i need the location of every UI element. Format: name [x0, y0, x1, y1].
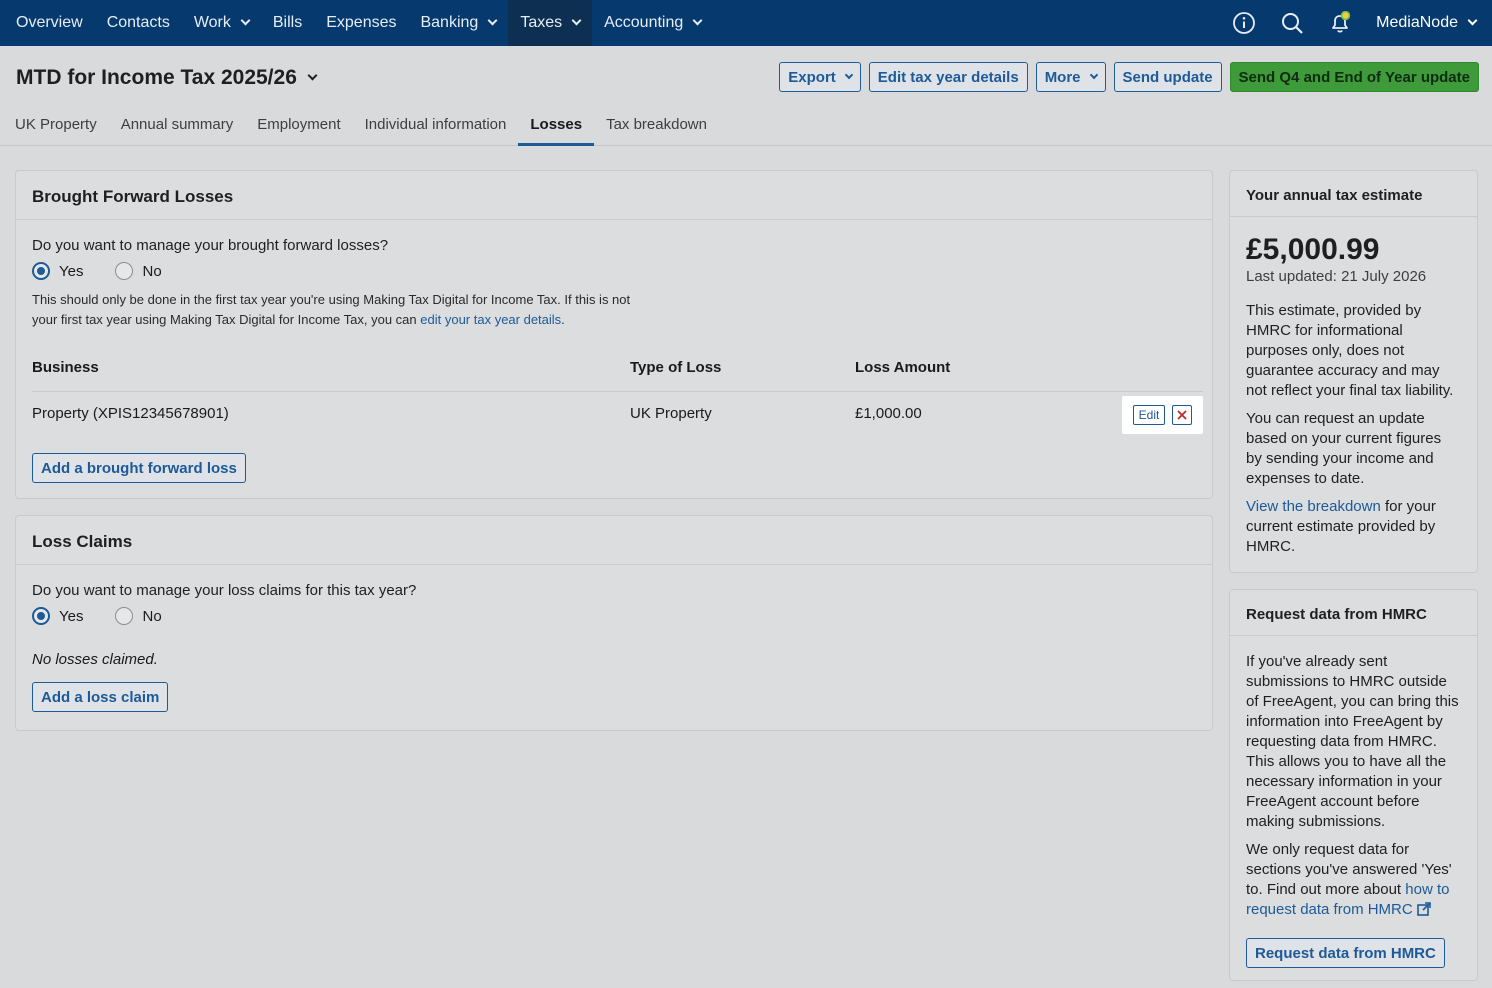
- header-actions: Export Edit tax year details More Send u…: [779, 62, 1479, 92]
- nav-label: Accounting: [604, 14, 684, 31]
- page-title[interactable]: MTD for Income Tax 2025/26: [16, 66, 318, 90]
- lc-yes-radio[interactable]: [32, 607, 50, 625]
- nav-work[interactable]: Work: [182, 0, 261, 46]
- nav-label: Overview: [16, 14, 83, 31]
- lc-no-radio[interactable]: [115, 607, 134, 625]
- add-brought-forward-loss-button[interactable]: Add a brought forward loss: [32, 453, 246, 483]
- edit-tax-year-link[interactable]: edit your tax year details: [420, 312, 561, 327]
- request-data-button[interactable]: Request data from HMRC: [1246, 938, 1445, 968]
- cell-type: UK Property: [630, 405, 712, 422]
- top-nav: Overview Contacts Work Bills Expenses Ba…: [0, 0, 1492, 46]
- table-header: Business Type of Loss Loss Amount: [32, 359, 1203, 392]
- tabs: UK Property Annual summary Employment In…: [3, 104, 719, 146]
- card-title: Your annual tax estimate: [1230, 171, 1477, 217]
- estimate-update-info: You can request an update based on your …: [1246, 410, 1442, 487]
- tax-estimate-card: Your annual tax estimate £5,000.99 Last …: [1229, 170, 1478, 573]
- edit-tax-year-button[interactable]: Edit tax year details: [868, 62, 1028, 92]
- close-icon: [1177, 410, 1187, 420]
- nav-expenses[interactable]: Expenses: [314, 0, 408, 46]
- edit-button[interactable]: Edit: [1132, 405, 1166, 425]
- card-title: Request data from HMRC: [1230, 590, 1477, 636]
- card-title: Brought Forward Losses: [16, 171, 1212, 220]
- col-amount: Loss Amount: [855, 359, 951, 376]
- tab-annual-summary[interactable]: Annual summary: [109, 104, 246, 146]
- cell-amount: £1,000.00: [855, 405, 922, 422]
- company-name: MediaNode: [1376, 14, 1458, 31]
- page-title-text: MTD for Income Tax 2025/26: [16, 66, 297, 89]
- estimate-breakdown-text: View the breakdown for your current esti…: [1246, 497, 1461, 557]
- tab-tax-breakdown[interactable]: Tax breakdown: [594, 104, 719, 146]
- lc-no-label: No: [142, 607, 162, 625]
- chevron-down-icon: [844, 70, 854, 80]
- nav-label: Contacts: [106, 14, 170, 31]
- bf-yes-radio[interactable]: [32, 262, 50, 280]
- more-button[interactable]: More: [1035, 62, 1106, 92]
- help-end: .: [561, 312, 565, 327]
- search-icon[interactable]: [1280, 11, 1304, 35]
- add-loss-claim-button[interactable]: Add a loss claim: [32, 682, 169, 712]
- send-q4-update-button[interactable]: Send Q4 and End of Year update: [1229, 62, 1479, 92]
- no-losses-text: No losses claimed.: [32, 651, 158, 668]
- bf-question: Do you want to manage your brought forwa…: [32, 237, 389, 254]
- chevron-down-icon: [487, 15, 498, 26]
- nav-label: Work: [193, 14, 231, 31]
- export-label: Export: [788, 68, 836, 86]
- nav-label: Banking: [420, 14, 479, 31]
- more-label: More: [1044, 68, 1081, 86]
- external-link-icon: [1417, 902, 1431, 916]
- view-breakdown-link[interactable]: View the breakdown: [1246, 498, 1381, 515]
- lc-question: Do you want to manage your loss claims f…: [32, 582, 417, 599]
- company-switcher[interactable]: MediaNode: [1376, 14, 1478, 32]
- chevron-down-icon: [571, 15, 582, 26]
- chevron-down-icon: [307, 70, 318, 81]
- brought-forward-losses-card: Brought Forward Losses Do you want to ma…: [15, 170, 1213, 499]
- nav-bills[interactable]: Bills: [261, 0, 314, 46]
- last-updated: Last updated: 21 July 2026: [1246, 268, 1427, 285]
- chevron-down-icon: [692, 15, 703, 26]
- tax-estimate-amount: £5,000.99: [1246, 233, 1380, 266]
- nav-banking[interactable]: Banking: [408, 0, 508, 46]
- tab-employment[interactable]: Employment: [245, 104, 352, 146]
- request-data-card: Request data from HMRC If you've already…: [1229, 589, 1478, 981]
- nav-contacts[interactable]: Contacts: [95, 0, 182, 46]
- loss-claims-card: Loss Claims Do you want to manage your l…: [15, 515, 1213, 731]
- nav-label: Expenses: [326, 14, 397, 31]
- estimate-disclaimer: This estimate, provided by HMRC for info…: [1246, 302, 1454, 399]
- bf-help-text: This should only be done in the first ta…: [32, 290, 652, 330]
- tab-individual-information[interactable]: Individual information: [353, 104, 519, 146]
- table-row: Property (XPIS12345678901) UK Property £…: [32, 393, 1203, 437]
- request-sections-text: We only request data for sections you've…: [1246, 840, 1461, 920]
- chevron-down-icon: [1467, 15, 1478, 26]
- col-type: Type of Loss: [630, 359, 722, 376]
- chevron-down-icon: [240, 15, 251, 26]
- nav-label: Bills: [272, 14, 303, 31]
- request-info: If you've already sent submissions to HM…: [1246, 653, 1459, 830]
- delete-button[interactable]: [1172, 405, 1193, 425]
- info-icon[interactable]: [1232, 11, 1256, 35]
- nav-label: Taxes: [520, 14, 563, 31]
- tab-uk-property[interactable]: UK Property: [3, 104, 109, 146]
- col-business: Business: [32, 359, 99, 376]
- cell-business: Property (XPIS12345678901): [32, 405, 229, 422]
- bf-no-radio[interactable]: [115, 262, 134, 280]
- send-update-button[interactable]: Send update: [1113, 62, 1222, 92]
- row-actions: Edit: [1122, 396, 1203, 434]
- bf-no-label: No: [142, 262, 162, 280]
- card-title: Loss Claims: [16, 516, 1212, 565]
- nav-right: MediaNode: [1208, 0, 1478, 46]
- page-header: MTD for Income Tax 2025/26 Export Edit t…: [0, 46, 1492, 146]
- lc-yes-label: Yes: [59, 607, 84, 625]
- tab-losses[interactable]: Losses: [518, 104, 595, 146]
- bf-yes-label: Yes: [59, 262, 84, 280]
- nav-taxes[interactable]: Taxes: [508, 0, 593, 46]
- nav-overview[interactable]: Overview: [0, 0, 95, 46]
- chevron-down-icon: [1089, 70, 1098, 80]
- export-button[interactable]: Export: [779, 62, 861, 92]
- nav-accounting[interactable]: Accounting: [592, 0, 713, 46]
- bell-icon[interactable]: [1328, 11, 1352, 35]
